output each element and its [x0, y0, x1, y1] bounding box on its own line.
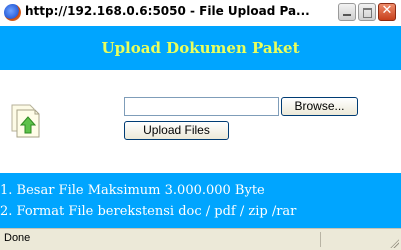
- info-line-file-format: 2. Format File berekstensi doc / pdf / z…: [0, 204, 297, 219]
- resize-grip-icon[interactable]: [389, 238, 399, 248]
- file-path-input[interactable]: [124, 97, 279, 116]
- browser-globe-icon: [4, 4, 21, 21]
- browse-button[interactable]: Browse...: [281, 97, 358, 116]
- status-separator: [320, 232, 321, 247]
- document-upload-icon: [11, 104, 40, 138]
- window-title: http://192.168.0.6:5050 - File Upload Pa…: [25, 4, 310, 18]
- title-bar[interactable]: http://192.168.0.6:5050 - File Upload Pa…: [0, 0, 401, 26]
- minimize-button[interactable]: [338, 3, 356, 21]
- status-text: Done: [4, 232, 31, 244]
- close-icon: ✕: [381, 3, 393, 18]
- upload-files-button[interactable]: Upload Files: [124, 121, 229, 140]
- upload-form: Browse... Upload Files: [0, 70, 401, 173]
- header-band: Upload Dokumen Paket: [0, 26, 401, 70]
- page-title: Upload Dokumen Paket: [101, 39, 300, 57]
- maximize-button[interactable]: [358, 3, 376, 21]
- browser-popup-window: http://192.168.0.6:5050 - File Upload Pa…: [0, 0, 401, 250]
- close-button[interactable]: ✕: [378, 3, 396, 21]
- status-bar: Done: [0, 228, 401, 250]
- info-line-max-size: 1. Besar File Maksimum 3.000.000 Byte: [0, 183, 265, 198]
- info-band: 1. Besar File Maksimum 3.000.000 Byte 2.…: [0, 173, 401, 228]
